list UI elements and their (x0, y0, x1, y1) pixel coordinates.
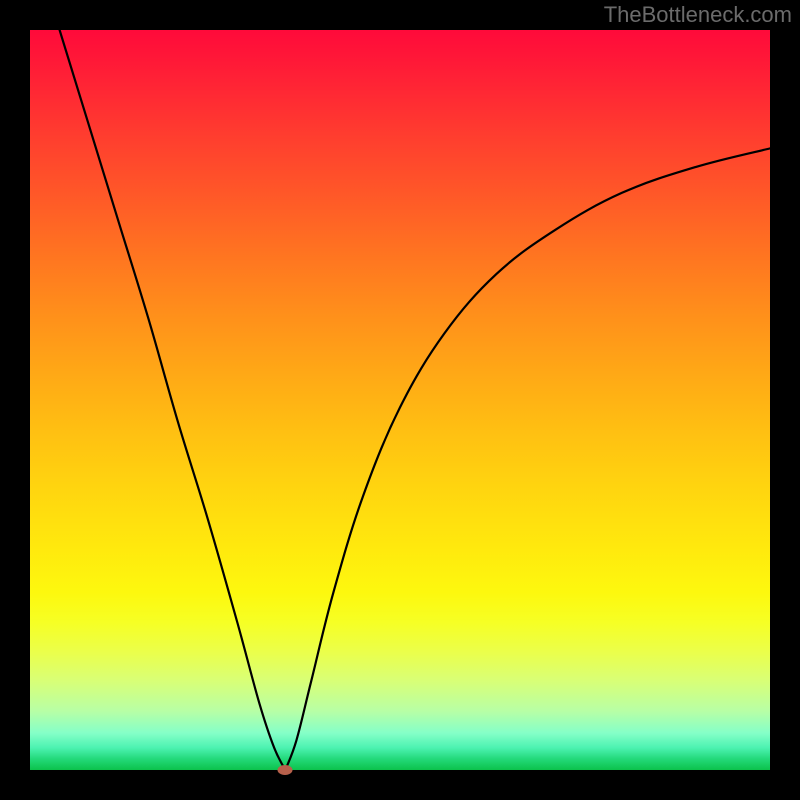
curve-layer (30, 30, 770, 770)
minimum-marker (278, 765, 293, 775)
bottleneck-curve (60, 30, 770, 770)
plot-area (30, 30, 770, 770)
watermark-text: TheBottleneck.com (604, 2, 792, 28)
